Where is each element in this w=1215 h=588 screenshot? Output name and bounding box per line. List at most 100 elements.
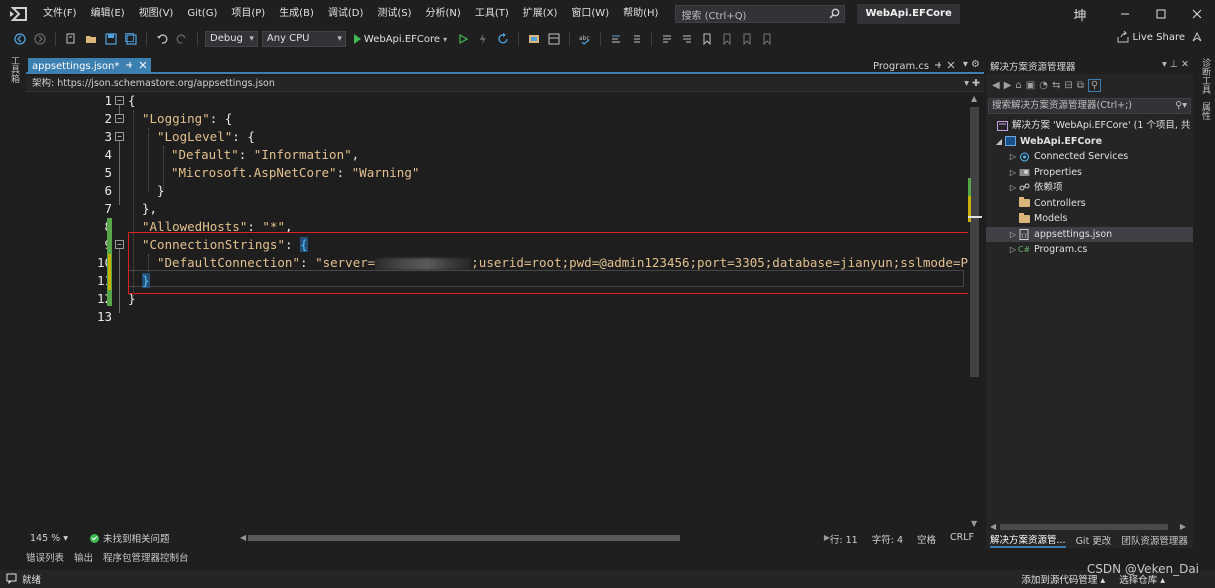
navigate-back-icon[interactable]	[12, 31, 28, 47]
collapsed-arrow-icon[interactable]: ▷	[1008, 149, 1018, 165]
navigate-forward-icon[interactable]	[32, 31, 48, 47]
zoom-level[interactable]: 145 % ▾	[26, 533, 76, 544]
solution-platform-select[interactable]: Any CPU	[261, 31, 346, 47]
menu-git[interactable]: Git(G)	[180, 0, 224, 28]
pin-icon[interactable]	[125, 61, 133, 72]
scroll-up-icon[interactable]: ▲	[971, 94, 977, 103]
menu-window[interactable]: 窗口(W)	[564, 0, 616, 28]
tree-item-program-cs[interactable]: ▷ C# Program.cs	[986, 242, 1193, 258]
pin-icon[interactable]	[934, 61, 942, 72]
new-project-icon[interactable]	[63, 31, 79, 47]
save-all-icon[interactable]	[123, 31, 139, 47]
forward-icon[interactable]: ▶	[1004, 80, 1012, 91]
menu-test[interactable]: 测试(S)	[370, 0, 418, 28]
collapsed-arrow-icon[interactable]: ▷	[1008, 180, 1018, 196]
redo-icon[interactable]	[174, 31, 190, 47]
tab-team-explorer[interactable]: 团队资源管理器	[1121, 533, 1188, 547]
menu-help[interactable]: 帮助(H)	[616, 0, 665, 28]
collapsed-arrow-icon[interactable]: ▷	[1008, 242, 1018, 258]
panel-controls-icon[interactable]: ▾ ⊥ ✕	[1162, 59, 1189, 70]
diagnostic-tools-tab[interactable]: 诊断工具	[1199, 58, 1212, 94]
scroll-thumb[interactable]	[248, 535, 680, 541]
solution-configuration-select[interactable]: Debug	[205, 31, 258, 47]
start-debugging-button[interactable]: WebApi.EFCore ▾	[350, 34, 451, 45]
tree-item-connected-services[interactable]: ▷ Connected Services	[986, 149, 1193, 165]
toolbox-tab[interactable]: 工具箱	[8, 56, 21, 83]
next-bookmark-icon[interactable]	[739, 31, 755, 47]
tab-solution-explorer[interactable]: 解决方案资源管...	[990, 532, 1066, 548]
scroll-thumb[interactable]	[1000, 524, 1168, 530]
indent-icon[interactable]	[628, 31, 644, 47]
tree-item-appsettings[interactable]: ▷ {} appsettings.json	[986, 226, 1193, 243]
solution-explorer-search[interactable]: 搜索解决方案资源管理器(Ctrl+;) ⚲▾	[988, 98, 1191, 114]
history-icon[interactable]: ◔	[1039, 80, 1048, 91]
menu-view[interactable]: 视图(V)	[132, 0, 181, 28]
browse-icon[interactable]	[526, 31, 542, 47]
tab-git-changes[interactable]: Git 更改	[1076, 533, 1112, 547]
show-all-files-icon[interactable]: ⧉	[1077, 80, 1084, 91]
user-avatar[interactable]: 坤	[1065, 5, 1095, 24]
editor-horizontal-scrollbar[interactable]: ◀ ▶	[240, 533, 830, 543]
menu-analyze[interactable]: 分析(N)	[419, 0, 468, 28]
tree-item-dependencies[interactable]: ▷ 依赖项	[986, 180, 1193, 196]
feedback-icon[interactable]	[1191, 31, 1203, 46]
spell-check-icon[interactable]: abc	[577, 31, 593, 47]
line-indicator[interactable]: 行: 11	[830, 532, 858, 546]
properties-icon[interactable]: ⚲	[1087, 78, 1102, 92]
tree-item-controllers[interactable]: Controllers	[986, 196, 1193, 212]
scroll-left-icon[interactable]: ◀	[990, 522, 996, 531]
tree-item-project[interactable]: ◢ WebApi.EFCore	[986, 134, 1193, 150]
menu-debug[interactable]: 调试(D)	[321, 0, 371, 28]
solution-horizontal-scrollbar[interactable]: ◀ ▶	[988, 522, 1188, 532]
tab-appsettings-json[interactable]: appsettings.json*	[28, 58, 152, 74]
menu-edit[interactable]: 编辑(E)	[84, 0, 132, 28]
home-icon[interactable]: ⌂	[1015, 80, 1021, 91]
format-document-icon[interactable]	[608, 31, 624, 47]
tab-output[interactable]: 输出	[74, 550, 93, 564]
menu-file[interactable]: 文件(F)	[36, 0, 84, 28]
collapsed-arrow-icon[interactable]: ▷	[1008, 227, 1018, 243]
json-schema-bar[interactable]: 架构: https://json.schemastore.org/appsett…	[26, 76, 984, 92]
char-indicator[interactable]: 字符: 4	[872, 532, 903, 546]
bookmark-icon[interactable]	[699, 31, 715, 47]
save-icon[interactable]	[103, 31, 119, 47]
scroll-thumb[interactable]	[970, 107, 979, 377]
switch-views-icon[interactable]: ▣	[1026, 80, 1035, 91]
expanded-arrow-icon[interactable]: ◢	[994, 134, 1004, 150]
collapse-all-icon[interactable]: ⊟	[1064, 80, 1072, 91]
refresh-icon[interactable]	[495, 31, 511, 47]
split-editor-icon[interactable]: ▾ ✚	[964, 76, 980, 92]
menu-project[interactable]: 项目(P)	[224, 0, 272, 28]
maximize-button[interactable]	[1143, 0, 1179, 28]
layout-icon[interactable]	[546, 31, 562, 47]
tab-package-manager-console[interactable]: 程序包管理器控制台	[103, 550, 189, 564]
tree-item-models[interactable]: Models	[986, 211, 1193, 227]
whitespace-indicator[interactable]: 空格	[917, 532, 936, 546]
clear-bookmarks-icon[interactable]	[759, 31, 775, 47]
close-icon[interactable]	[139, 61, 147, 72]
menu-build[interactable]: 生成(B)	[272, 0, 321, 28]
minimize-button[interactable]	[1107, 0, 1143, 28]
tab-dropdown-icon[interactable]: ▾ ⚙	[963, 59, 980, 70]
tab-program-cs[interactable]: Program.cs	[869, 58, 959, 74]
open-folder-icon[interactable]	[83, 31, 99, 47]
scroll-right-icon[interactable]: ▶	[1180, 522, 1186, 531]
issues-indicator[interactable]: 未找到相关问题	[90, 531, 230, 545]
close-button[interactable]	[1179, 0, 1215, 28]
hot-reload-icon[interactable]	[475, 31, 491, 47]
comment-icon[interactable]	[659, 31, 675, 47]
collapse-icon[interactable]: −	[115, 240, 124, 249]
tree-item-properties[interactable]: ▷ Properties	[986, 165, 1193, 181]
menu-tools[interactable]: 工具(T)	[468, 0, 516, 28]
line-ending-indicator[interactable]: CRLF	[950, 532, 974, 546]
collapse-icon[interactable]: −	[115, 96, 124, 105]
collapse-icon[interactable]: −	[115, 114, 124, 123]
visual-studio-logo-icon[interactable]	[0, 0, 36, 28]
uncomment-icon[interactable]	[679, 31, 695, 47]
notification-icon[interactable]	[6, 573, 17, 587]
live-share-button[interactable]: Live Share	[1117, 31, 1185, 43]
close-icon[interactable]	[947, 61, 955, 72]
code-editor[interactable]: 1 2 3 4 5 6 7 8 9 10 11 12 13 − − − − { …	[26, 92, 968, 530]
menu-extensions[interactable]: 扩展(X)	[516, 0, 565, 28]
back-icon[interactable]: ◀	[992, 80, 1000, 91]
